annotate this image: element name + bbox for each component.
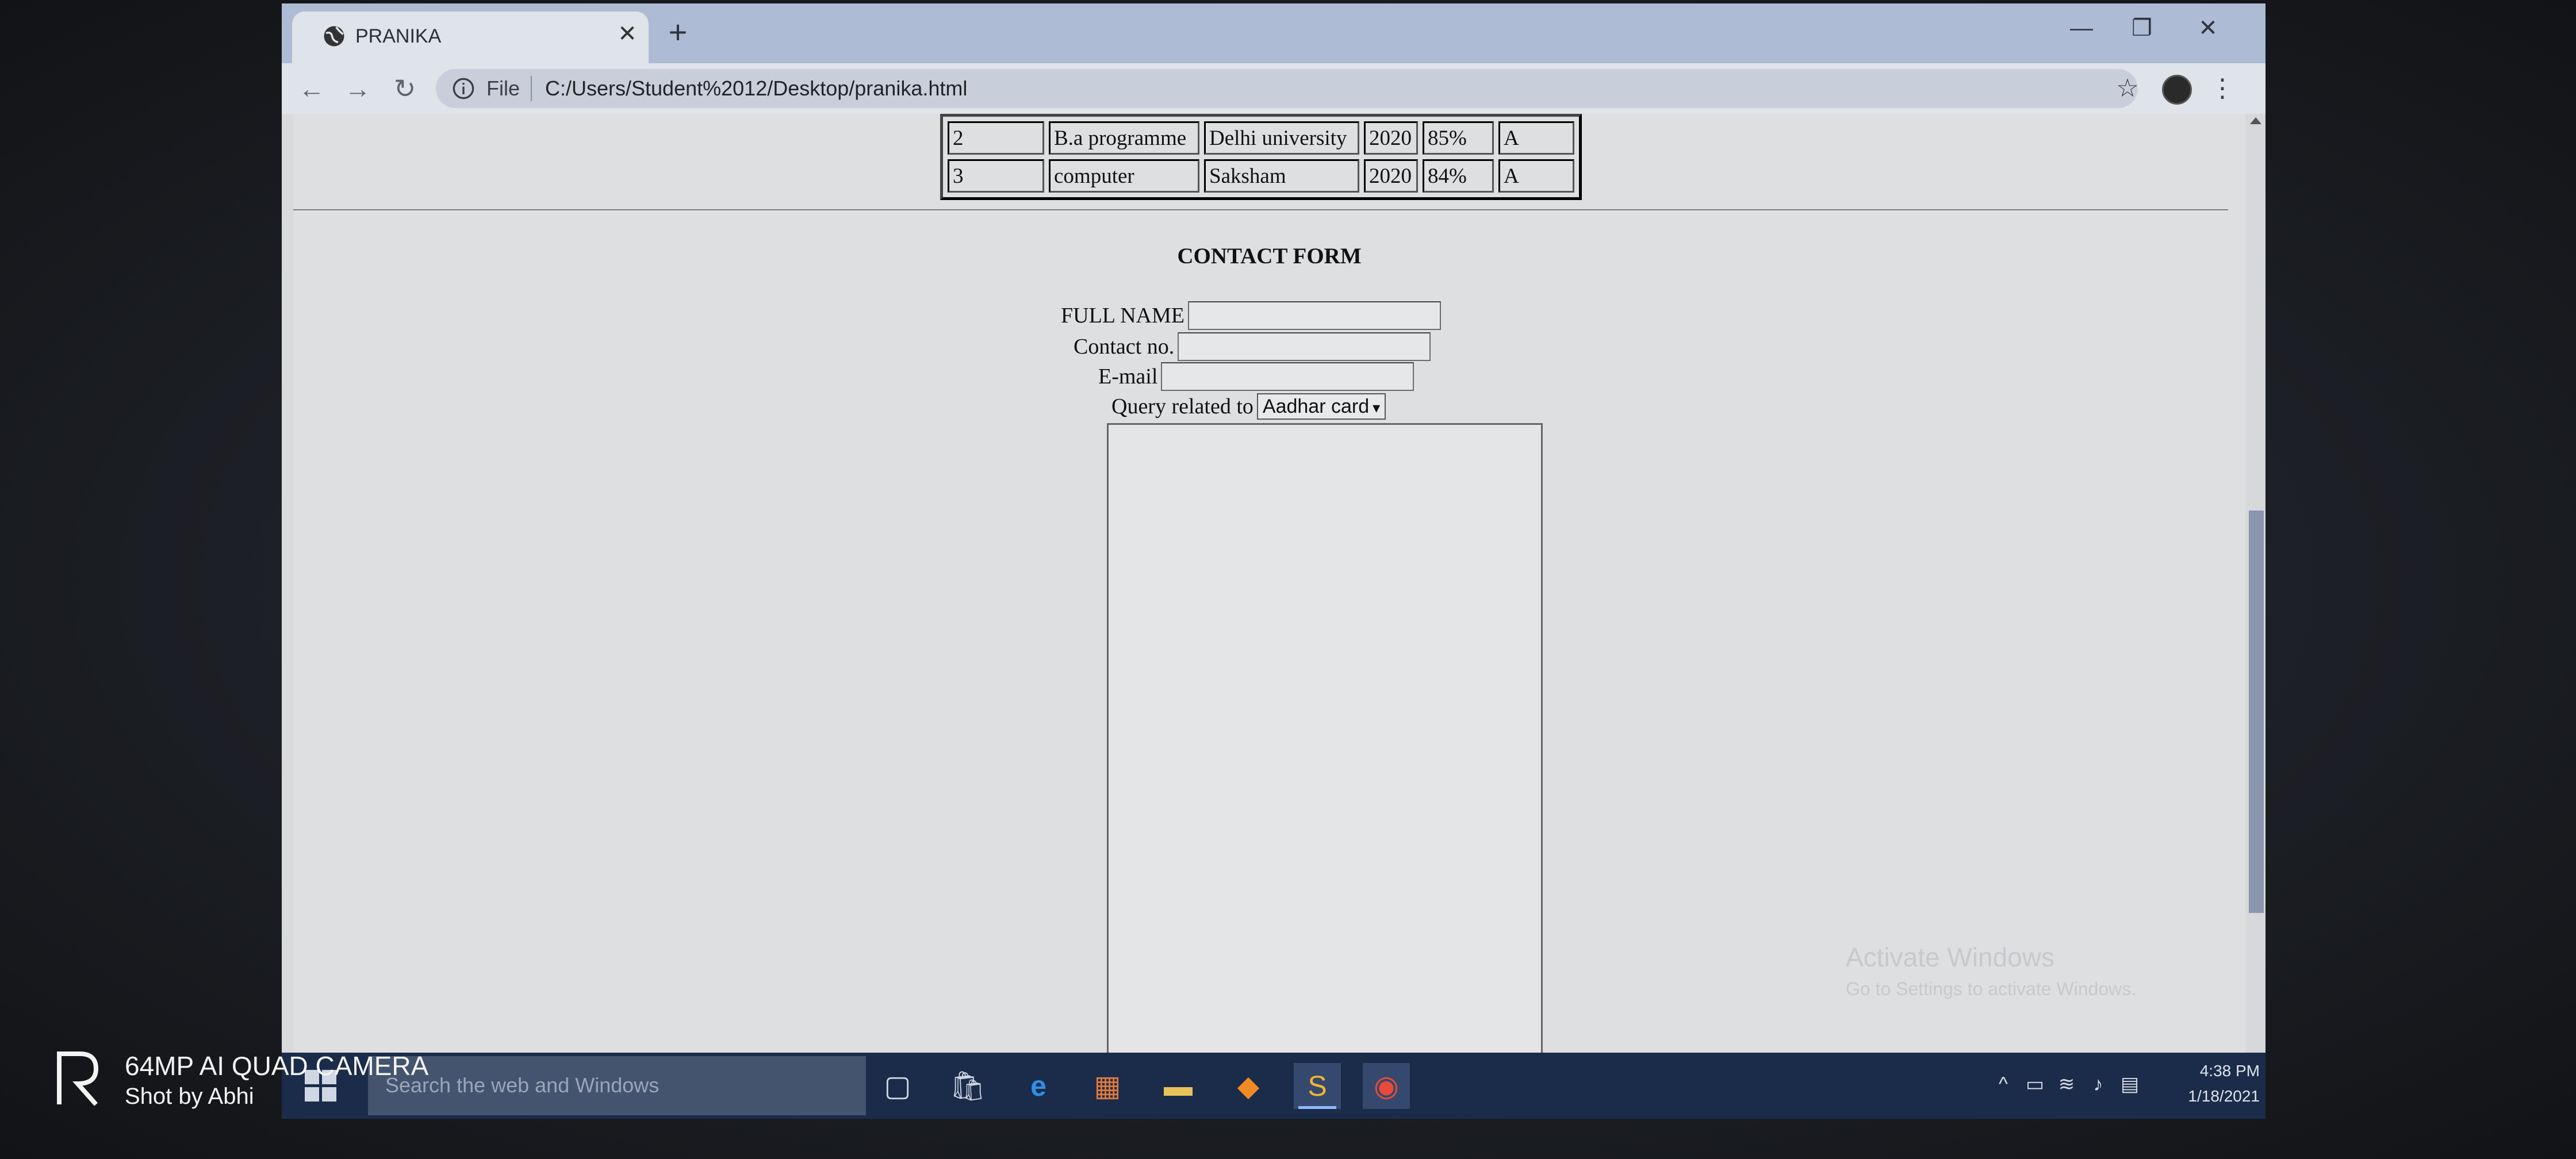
query-selected-value: Aadhar card — [1262, 396, 1370, 418]
activate-windows-watermark: Activate Windows Go to Settings to activ… — [1846, 942, 2136, 1000]
wifi-icon[interactable]: ≋ — [2053, 1070, 2080, 1099]
table-cell: A — [1498, 159, 1574, 193]
restore-button[interactable]: ❐ — [2113, 8, 2171, 48]
tray-chevron-up-icon[interactable]: ^ — [1989, 1070, 2017, 1099]
close-window-button[interactable]: ✕ — [2179, 8, 2237, 48]
email-input[interactable] — [1161, 362, 1414, 392]
scroll-thumb[interactable] — [2249, 511, 2264, 913]
globe-icon — [324, 26, 344, 47]
table-row: 2 B.a programme Delhi university 2020 85… — [948, 121, 1574, 155]
media-app-icon[interactable]: ▦ — [1084, 1063, 1131, 1109]
full-name-label: FULL NAME — [1061, 304, 1184, 328]
table-cell: A — [1498, 121, 1574, 155]
watermark-subtitle: Go to Settings to activate Windows. — [1846, 978, 2137, 999]
info-icon[interactable] — [452, 77, 475, 100]
clock-date: 1/18/2021 — [2188, 1087, 2260, 1105]
star-icon[interactable]: ☆ — [2110, 71, 2145, 106]
kebab-menu-icon[interactable]: ⋮ — [2205, 71, 2240, 106]
query-select[interactable]: Aadhar card ▾ — [1256, 393, 1386, 420]
chevron-down-icon: ▾ — [1373, 399, 1381, 417]
education-table: 2 B.a programme Delhi university 2020 85… — [940, 114, 1582, 200]
table-row: 3 computer Saksham 2020 84% A — [948, 159, 1574, 193]
volume-icon[interactable]: ♪ — [2084, 1070, 2112, 1099]
contact-label: Contact no. — [1074, 335, 1175, 359]
watermark-title: Activate Windows — [1846, 942, 2055, 972]
table-cell: 3 — [948, 159, 1044, 193]
active-indicator — [1298, 1106, 1336, 1109]
windows-taskbar: Search the web and Windows ▢ 🛍 e ▦ ▬ ◆ S… — [282, 1053, 2266, 1119]
query-label: Query related to — [1111, 394, 1254, 419]
table-cell: Saksham — [1204, 159, 1359, 193]
forward-arrow-icon[interactable]: → — [340, 71, 375, 106]
system-clock[interactable]: 4:38 PM 1/18/2021 — [2145, 1058, 2260, 1109]
contact-input[interactable] — [1178, 332, 1431, 362]
browser-window: PRANIKA ✕ + — ❐ ✕ ← → ↻ File C:/Users/St… — [282, 3, 2266, 1053]
url-text[interactable]: C:/Users/Student%2012/Desktop/pranika.ht… — [545, 77, 967, 100]
clock-time: 4:38 PM — [2199, 1062, 2260, 1080]
back-arrow-icon[interactable]: ← — [294, 71, 329, 106]
full-name-row: FULL NAME — [1061, 299, 1441, 331]
message-textarea[interactable] — [1107, 423, 1543, 1053]
store-icon[interactable]: 🛍 — [944, 1063, 991, 1109]
page-viewport: 2 B.a programme Delhi university 2020 85… — [293, 114, 2245, 1053]
reload-icon[interactable]: ↻ — [388, 71, 422, 106]
file-explorer-icon[interactable]: ▬ — [1155, 1063, 1202, 1109]
address-divider — [531, 76, 532, 101]
minimize-button[interactable]: — — [2053, 8, 2110, 48]
table-cell: 2 — [948, 121, 1044, 155]
sublime-text-icon[interactable]: S — [1294, 1063, 1341, 1109]
horizontal-rule — [293, 209, 2228, 211]
tab-strip: PRANIKA ✕ + — ❐ ✕ — [282, 3, 2266, 63]
camera-credit-text: Shot by Abhi — [125, 1084, 254, 1109]
table-cell: 2020 — [1364, 159, 1418, 193]
scroll-up-arrow-icon[interactable] — [2250, 117, 2261, 124]
laptop-screen: PRANIKA ✕ + — ❐ ✕ ← → ↻ File C:/Users/St… — [282, 3, 2266, 1119]
contact-row: Contact no. — [1074, 330, 1431, 362]
realme-logo-icon — [57, 1051, 99, 1106]
profile-avatar[interactable] — [2162, 75, 2192, 105]
query-row: Query related to Aadhar card ▾ — [1111, 390, 1386, 420]
table-cell: 84% — [1423, 159, 1494, 193]
table-cell: B.a programme — [1049, 121, 1199, 155]
vlc-like-app-icon[interactable]: ◆ — [1225, 1063, 1272, 1109]
table-cell: Delhi university — [1204, 121, 1359, 155]
browser-toolbar: ← → ↻ File C:/Users/Student%2012/Desktop… — [282, 63, 2266, 114]
table-cell: 85% — [1423, 121, 1494, 155]
scheme-label: File — [486, 76, 520, 100]
camera-model-text: 64MP AI QUAD CAMERA — [125, 1051, 429, 1081]
battery-icon[interactable]: ▭ — [2021, 1070, 2049, 1099]
address-bar[interactable]: File C:/Users/Student%2012/Desktop/prani… — [436, 69, 2138, 108]
notification-icon[interactable]: ▤ — [2116, 1070, 2144, 1099]
chrome-icon[interactable]: ◉ — [1363, 1063, 1410, 1109]
tab-close-icon[interactable]: ✕ — [614, 21, 641, 47]
new-tab-button[interactable]: + — [661, 16, 695, 49]
tab-title: PRANIKA — [355, 25, 442, 47]
task-view-icon[interactable]: ▢ — [874, 1063, 921, 1109]
table-cell: 2020 — [1364, 121, 1418, 155]
email-row: E-mail — [1098, 360, 1414, 392]
full-name-input[interactable] — [1187, 301, 1441, 331]
taskbar-search-box[interactable]: Search the web and Windows — [368, 1056, 866, 1115]
vertical-scrollbar[interactable] — [2245, 114, 2266, 1053]
email-label: E-mail — [1098, 364, 1158, 389]
form-title: CONTACT FORM — [1177, 244, 1362, 268]
edge-browser-icon[interactable]: e — [1015, 1063, 1062, 1109]
table-cell: computer — [1049, 159, 1199, 193]
browser-tab[interactable]: PRANIKA ✕ — [292, 11, 649, 63]
